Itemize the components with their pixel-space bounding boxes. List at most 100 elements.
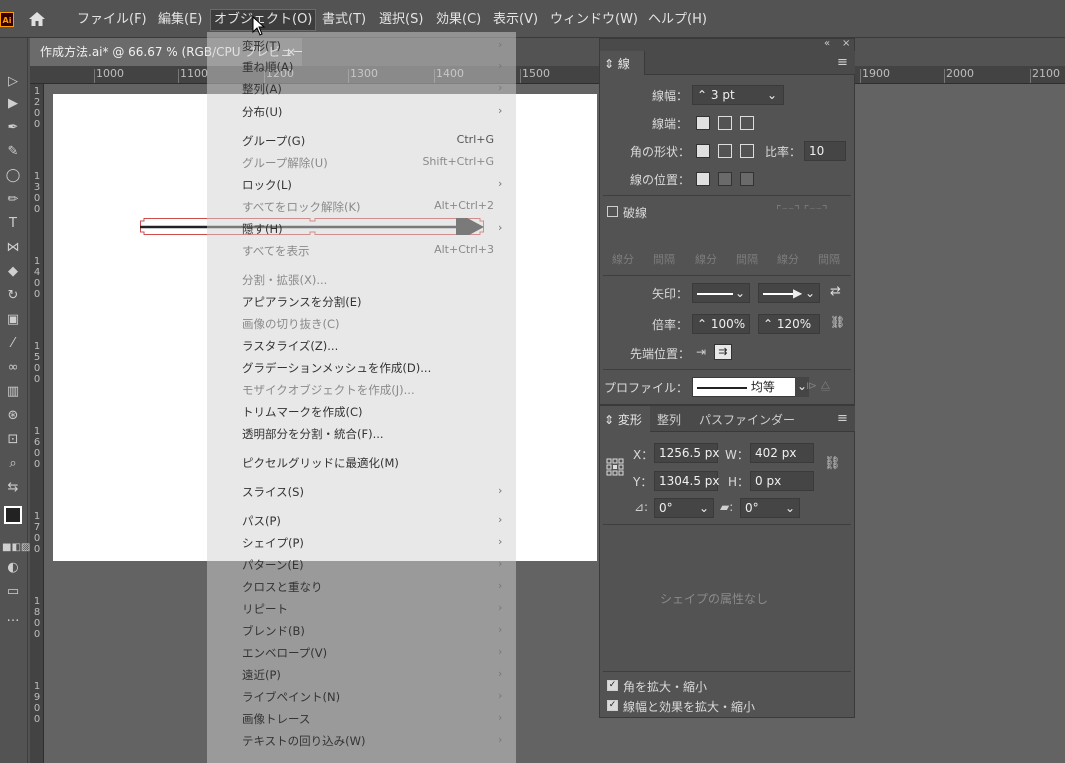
draw-mode-icon[interactable]: ◐ xyxy=(2,558,24,578)
object-menu-item[interactable]: 透明部分を分割・統合(F)... xyxy=(207,426,516,444)
butt-cap-icon[interactable] xyxy=(696,116,710,130)
tab-pathfinder[interactable]: パスファインダー xyxy=(692,406,795,432)
start-arrow-scale-field[interactable]: ⌃ 100% xyxy=(692,314,750,334)
swap-arrows-icon[interactable]: ⇄ xyxy=(830,284,841,299)
ellipse-tool-icon[interactable]: ◯ xyxy=(2,166,24,186)
flip-profile-icons[interactable]: ⧐ ⧋ xyxy=(806,379,830,393)
type-tool-icon[interactable]: T xyxy=(2,214,24,234)
bevel-join-icon[interactable] xyxy=(740,144,754,158)
x-position-field[interactable]: 1256.5 px xyxy=(654,443,720,463)
object-menu-item[interactable]: ブレンド(B) › xyxy=(207,623,516,641)
end-arrow-scale-field[interactable]: ⌃ 120% xyxy=(758,314,820,334)
object-menu-item[interactable]: シェイプ(P) › xyxy=(207,535,516,553)
scale-strokes-checkbox[interactable]: ✓ xyxy=(607,700,618,711)
zoom-tool-icon[interactable]: ⌕ xyxy=(2,454,24,474)
limit-label: 比率： xyxy=(765,145,802,159)
stroke-weight-field[interactable]: ⌃ 3 pt ⌄ xyxy=(692,85,784,105)
constrain-proportions-icon[interactable]: ⛓ xyxy=(824,456,841,471)
round-cap-icon[interactable] xyxy=(718,116,732,130)
object-menu-item[interactable]: リピート › xyxy=(207,601,516,619)
panel-menu-icon[interactable]: ≡ xyxy=(837,411,848,426)
color-mode-icons[interactable]: ■◧▨ xyxy=(2,538,30,558)
pen-tool-icon[interactable]: ✒ xyxy=(2,118,24,138)
direct-selection-tool-icon[interactable]: ▶ xyxy=(2,94,24,114)
menu-item[interactable]: 編集(E) xyxy=(155,10,205,30)
tip-extend-icon[interactable]: ⇥ xyxy=(696,345,706,359)
height-field[interactable]: 0 px xyxy=(750,471,814,491)
round-join-icon[interactable] xyxy=(718,144,732,158)
curvature-tool-icon[interactable]: ✎ xyxy=(2,142,24,162)
object-menu-item[interactable]: 重ね順(A) › xyxy=(207,59,516,77)
object-menu-item[interactable]: クロスと重なり › xyxy=(207,579,516,597)
object-menu-item[interactable]: エンベロープ(V) › xyxy=(207,645,516,663)
object-menu-item[interactable]: グループ(G) Ctrl+G xyxy=(207,133,516,151)
miter-join-icon[interactable] xyxy=(696,144,710,158)
more-tools-icon[interactable]: … xyxy=(2,608,24,628)
home-icon[interactable] xyxy=(28,10,46,28)
collapse-panel-icon[interactable]: « xyxy=(824,38,830,49)
object-menu-item[interactable]: パス(P) › xyxy=(207,513,516,531)
menu-item[interactable]: ファイル(F) xyxy=(74,10,150,30)
object-menu-item[interactable]: ロック(L) › xyxy=(207,177,516,195)
screen-mode-icon[interactable]: ▭ xyxy=(2,582,24,602)
object-menu-item[interactable]: ライブペイント(N) › xyxy=(207,689,516,707)
tab-stroke[interactable]: ⇕ 線 xyxy=(600,51,645,75)
profile-select[interactable]: 均等 ⌄ xyxy=(692,377,809,397)
object-menu-item[interactable]: 隠す(H) › xyxy=(207,221,516,239)
tip-inside-icon[interactable]: ⇉ xyxy=(714,344,732,360)
dashed-line-checkbox[interactable] xyxy=(607,206,618,217)
object-menu-item[interactable]: アピアランスを分割(E) xyxy=(207,294,516,312)
eyedropper-tool-icon[interactable]: ⁄ xyxy=(2,334,24,354)
stroke-panel: « × ⇕ 線 ≡ 線幅： ⌃ 3 pt ⌄ 線端： 角の形状： 比率： 10 線… xyxy=(599,38,855,405)
object-menu-item[interactable]: ラスタライズ(Z)... xyxy=(207,338,516,356)
menu-item[interactable]: ヘルプ(H) xyxy=(645,10,710,30)
gradient-tool-icon[interactable]: ▣ xyxy=(2,310,24,330)
scale-corners-checkbox[interactable]: ✓ xyxy=(607,680,618,691)
rotate-tool-icon[interactable]: ↻ xyxy=(2,286,24,306)
align-outside-icon[interactable] xyxy=(740,172,754,186)
artboard-tool-icon[interactable]: ⊡ xyxy=(2,430,24,450)
blend-tool-icon[interactable]: ∞ xyxy=(2,358,24,378)
tab-transform[interactable]: ⇕ 変形 xyxy=(600,406,650,432)
object-menu-item[interactable]: 分布(U) › xyxy=(207,104,516,122)
align-inside-icon[interactable] xyxy=(718,172,732,186)
ruler-label: 1 xyxy=(33,171,41,182)
reference-point-icon[interactable] xyxy=(606,458,624,476)
stroke-color-swatch[interactable] xyxy=(4,506,22,524)
menu-item[interactable]: 書式(T) xyxy=(319,10,369,30)
menu-item[interactable]: 選択(S) xyxy=(376,10,426,30)
width-field[interactable]: 402 px xyxy=(750,443,814,463)
object-menu-item[interactable]: スライス(S) › xyxy=(207,484,516,502)
menu-item[interactable]: 表示(V) xyxy=(490,10,541,30)
swap-fill-stroke-icon[interactable]: ⇆ xyxy=(2,478,24,498)
width-tool-icon[interactable]: ⋈ xyxy=(2,238,24,258)
paintbrush-tool-icon[interactable]: ✏ xyxy=(2,190,24,210)
object-menu-item[interactable]: パターン(E) › xyxy=(207,557,516,575)
object-menu-item[interactable]: ピクセルグリッドに最適化(M) xyxy=(207,455,516,473)
link-scale-icon[interactable]: ⛓ xyxy=(830,315,845,329)
object-menu-item[interactable]: 画像トレース › xyxy=(207,711,516,729)
menu-item[interactable]: 効果(C) xyxy=(433,10,484,30)
object-menu-item[interactable]: 遠近(P) › xyxy=(207,667,516,685)
close-panel-icon[interactable]: × xyxy=(842,38,850,49)
align-center-icon[interactable] xyxy=(696,172,710,186)
object-menu-item[interactable]: グラデーションメッシュを作成(D)... xyxy=(207,360,516,378)
object-menu-item[interactable]: 整列(A) › xyxy=(207,81,516,99)
object-menu-item[interactable]: トリムマークを作成(C) xyxy=(207,404,516,422)
symbol-sprayer-tool-icon[interactable]: ⊛ xyxy=(2,406,24,426)
panel-menu-icon[interactable]: ≡ xyxy=(837,55,848,70)
object-menu-item[interactable]: テキストの回り込み(W) › xyxy=(207,733,516,751)
y-position-field[interactable]: 1304.5 px xyxy=(654,471,720,491)
projecting-cap-icon[interactable] xyxy=(740,116,754,130)
shear-angle-field[interactable]: 0° ⌄ xyxy=(740,498,800,518)
graph-tool-icon[interactable]: ▥ xyxy=(2,382,24,402)
object-menu-item[interactable]: 変形(T) › xyxy=(207,38,516,56)
rotate-angle-field[interactable]: 0° ⌄ xyxy=(654,498,714,518)
selection-tool-icon[interactable]: ▷ xyxy=(2,72,24,92)
start-arrow-select[interactable]: ⌄ xyxy=(692,283,750,303)
miter-limit-field[interactable]: 10 xyxy=(804,141,846,161)
end-arrow-select[interactable]: ▶ ⌄ xyxy=(758,283,820,303)
menu-item[interactable]: ウィンドウ(W) xyxy=(547,10,641,30)
tab-align[interactable]: 整列 xyxy=(650,406,692,432)
eraser-tool-icon[interactable]: ◆ xyxy=(2,262,24,282)
